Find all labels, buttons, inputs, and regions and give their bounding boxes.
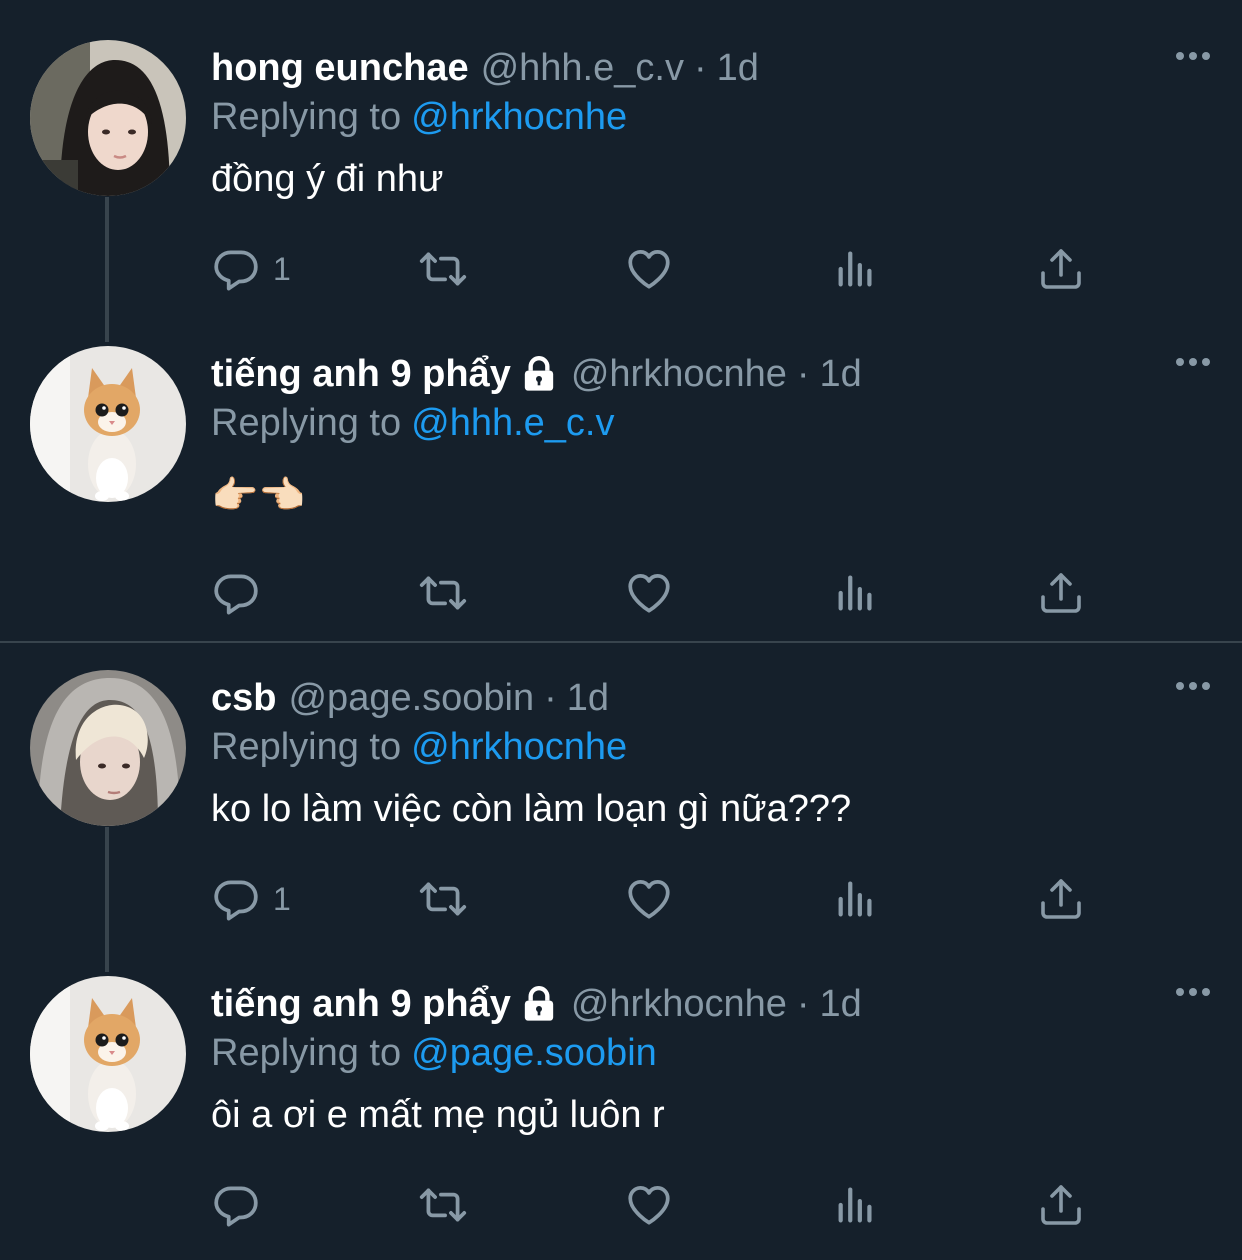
replying-to-mention[interactable]: @hrkhocnhe: [411, 96, 627, 138]
share-button[interactable]: [1037, 1180, 1085, 1230]
thread-connector: [105, 197, 109, 342]
more-icon[interactable]: [1176, 358, 1210, 366]
display-name[interactable]: csb: [211, 677, 276, 720]
timestamp[interactable]: 1d: [820, 983, 862, 1026]
share-icon: [1037, 1180, 1085, 1230]
replying-to: Replying to @page.soobin: [211, 1032, 657, 1075]
reply-count: 1: [273, 250, 291, 287]
user-handle[interactable]: @hrkhocnhe: [571, 353, 787, 396]
tweet-actions: [211, 568, 1091, 618]
timestamp[interactable]: 1d: [567, 677, 609, 720]
like-button[interactable]: [624, 244, 674, 294]
retweet-button[interactable]: [415, 244, 471, 294]
reply-button[interactable]: 1: [211, 874, 291, 924]
like-button[interactable]: [624, 874, 674, 924]
conversation-divider: [0, 641, 1242, 643]
share-icon: [1037, 568, 1085, 618]
more-icon[interactable]: [1176, 52, 1210, 60]
heart-icon: [624, 1180, 674, 1230]
tweet-actions: 1: [211, 244, 1091, 294]
analytics-icon: [833, 568, 879, 618]
tweet-text: 👉🏻👈🏻: [211, 475, 306, 517]
retweet-button[interactable]: [415, 1180, 471, 1230]
separator-dot: ·: [796, 982, 810, 1025]
replying-to-mention[interactable]: @hhh.e_c.v: [411, 402, 614, 444]
retweet-icon: [415, 244, 471, 294]
retweet-button[interactable]: [415, 874, 471, 924]
tweet-header: csb @page.soobin · 1d: [211, 668, 609, 728]
analytics-icon: [833, 244, 879, 294]
reply-icon: [211, 244, 261, 294]
timestamp[interactable]: 1d: [717, 47, 759, 90]
lock-icon: [519, 354, 559, 394]
replying-to-mention[interactable]: @page.soobin: [411, 1032, 657, 1074]
display-name[interactable]: tiếng anh 9 phẩy: [211, 983, 511, 1026]
replying-to: Replying to @hrkhocnhe: [211, 726, 627, 769]
avatar[interactable]: [30, 40, 186, 196]
tweet-text: ko lo làm việc còn làm loạn gì nữa???: [211, 788, 852, 830]
thread-connector: [105, 827, 109, 972]
replying-to-label: Replying to: [211, 96, 402, 138]
heart-icon: [624, 874, 674, 924]
more-icon[interactable]: [1176, 682, 1210, 690]
separator-dot: ·: [544, 676, 557, 719]
views-button[interactable]: [833, 874, 879, 924]
replying-to-label: Replying to: [211, 726, 402, 768]
share-button[interactable]: [1037, 244, 1085, 294]
tweet-actions: [211, 1180, 1091, 1230]
reply-icon: [211, 568, 261, 618]
share-icon: [1037, 874, 1085, 924]
tweet-header: tiếng anh 9 phẩy @hrkhocnhe · 1d: [211, 974, 862, 1034]
separator-dot: ·: [693, 46, 707, 89]
tweet-header: tiếng anh 9 phẩy @hrkhocnhe · 1d: [211, 344, 862, 404]
reply-button[interactable]: [211, 1180, 273, 1230]
views-button[interactable]: [833, 244, 879, 294]
lock-icon: [519, 984, 559, 1024]
heart-icon: [624, 244, 674, 294]
replying-to-label: Replying to: [211, 1032, 402, 1074]
tweet-text: ôi a ơi e mất mẹ ngủ luôn r: [211, 1094, 665, 1136]
reply-count: 1: [273, 880, 291, 917]
analytics-icon: [833, 874, 879, 924]
tweet-text: đồng ý đi như: [211, 158, 444, 200]
share-icon: [1037, 244, 1085, 294]
share-button[interactable]: [1037, 874, 1085, 924]
retweet-button[interactable]: [415, 568, 471, 618]
retweet-icon: [415, 874, 471, 924]
replying-to: Replying to @hrkhocnhe: [211, 96, 627, 139]
views-button[interactable]: [833, 1180, 879, 1230]
timestamp[interactable]: 1d: [820, 353, 862, 396]
tweet-header: hong eunchae @hhh.e_c.v · 1d: [211, 38, 759, 98]
share-button[interactable]: [1037, 568, 1085, 618]
avatar[interactable]: [30, 670, 186, 826]
reply-icon: [211, 1180, 261, 1230]
heart-icon: [624, 568, 674, 618]
views-button[interactable]: [833, 568, 879, 618]
display-name[interactable]: hong eunchae: [211, 47, 469, 90]
user-handle[interactable]: @page.soobin: [288, 677, 534, 720]
reply-button[interactable]: [211, 568, 273, 618]
display-name[interactable]: tiếng anh 9 phẩy: [211, 353, 511, 396]
user-handle[interactable]: @hhh.e_c.v: [481, 47, 684, 90]
reply-icon: [211, 874, 261, 924]
like-button[interactable]: [624, 1180, 674, 1230]
avatar[interactable]: [30, 346, 186, 502]
replying-to-label: Replying to: [211, 402, 402, 444]
replying-to-mention[interactable]: @hrkhocnhe: [411, 726, 627, 768]
tweet-actions: 1: [211, 874, 1091, 924]
analytics-icon: [833, 1180, 879, 1230]
reply-button[interactable]: 1: [211, 244, 291, 294]
like-button[interactable]: [624, 568, 674, 618]
replying-to: Replying to @hhh.e_c.v: [211, 402, 614, 445]
avatar[interactable]: [30, 976, 186, 1132]
separator-dot: ·: [796, 352, 810, 395]
retweet-icon: [415, 568, 471, 618]
more-icon[interactable]: [1176, 988, 1210, 996]
user-handle[interactable]: @hrkhocnhe: [571, 983, 787, 1026]
retweet-icon: [415, 1180, 471, 1230]
